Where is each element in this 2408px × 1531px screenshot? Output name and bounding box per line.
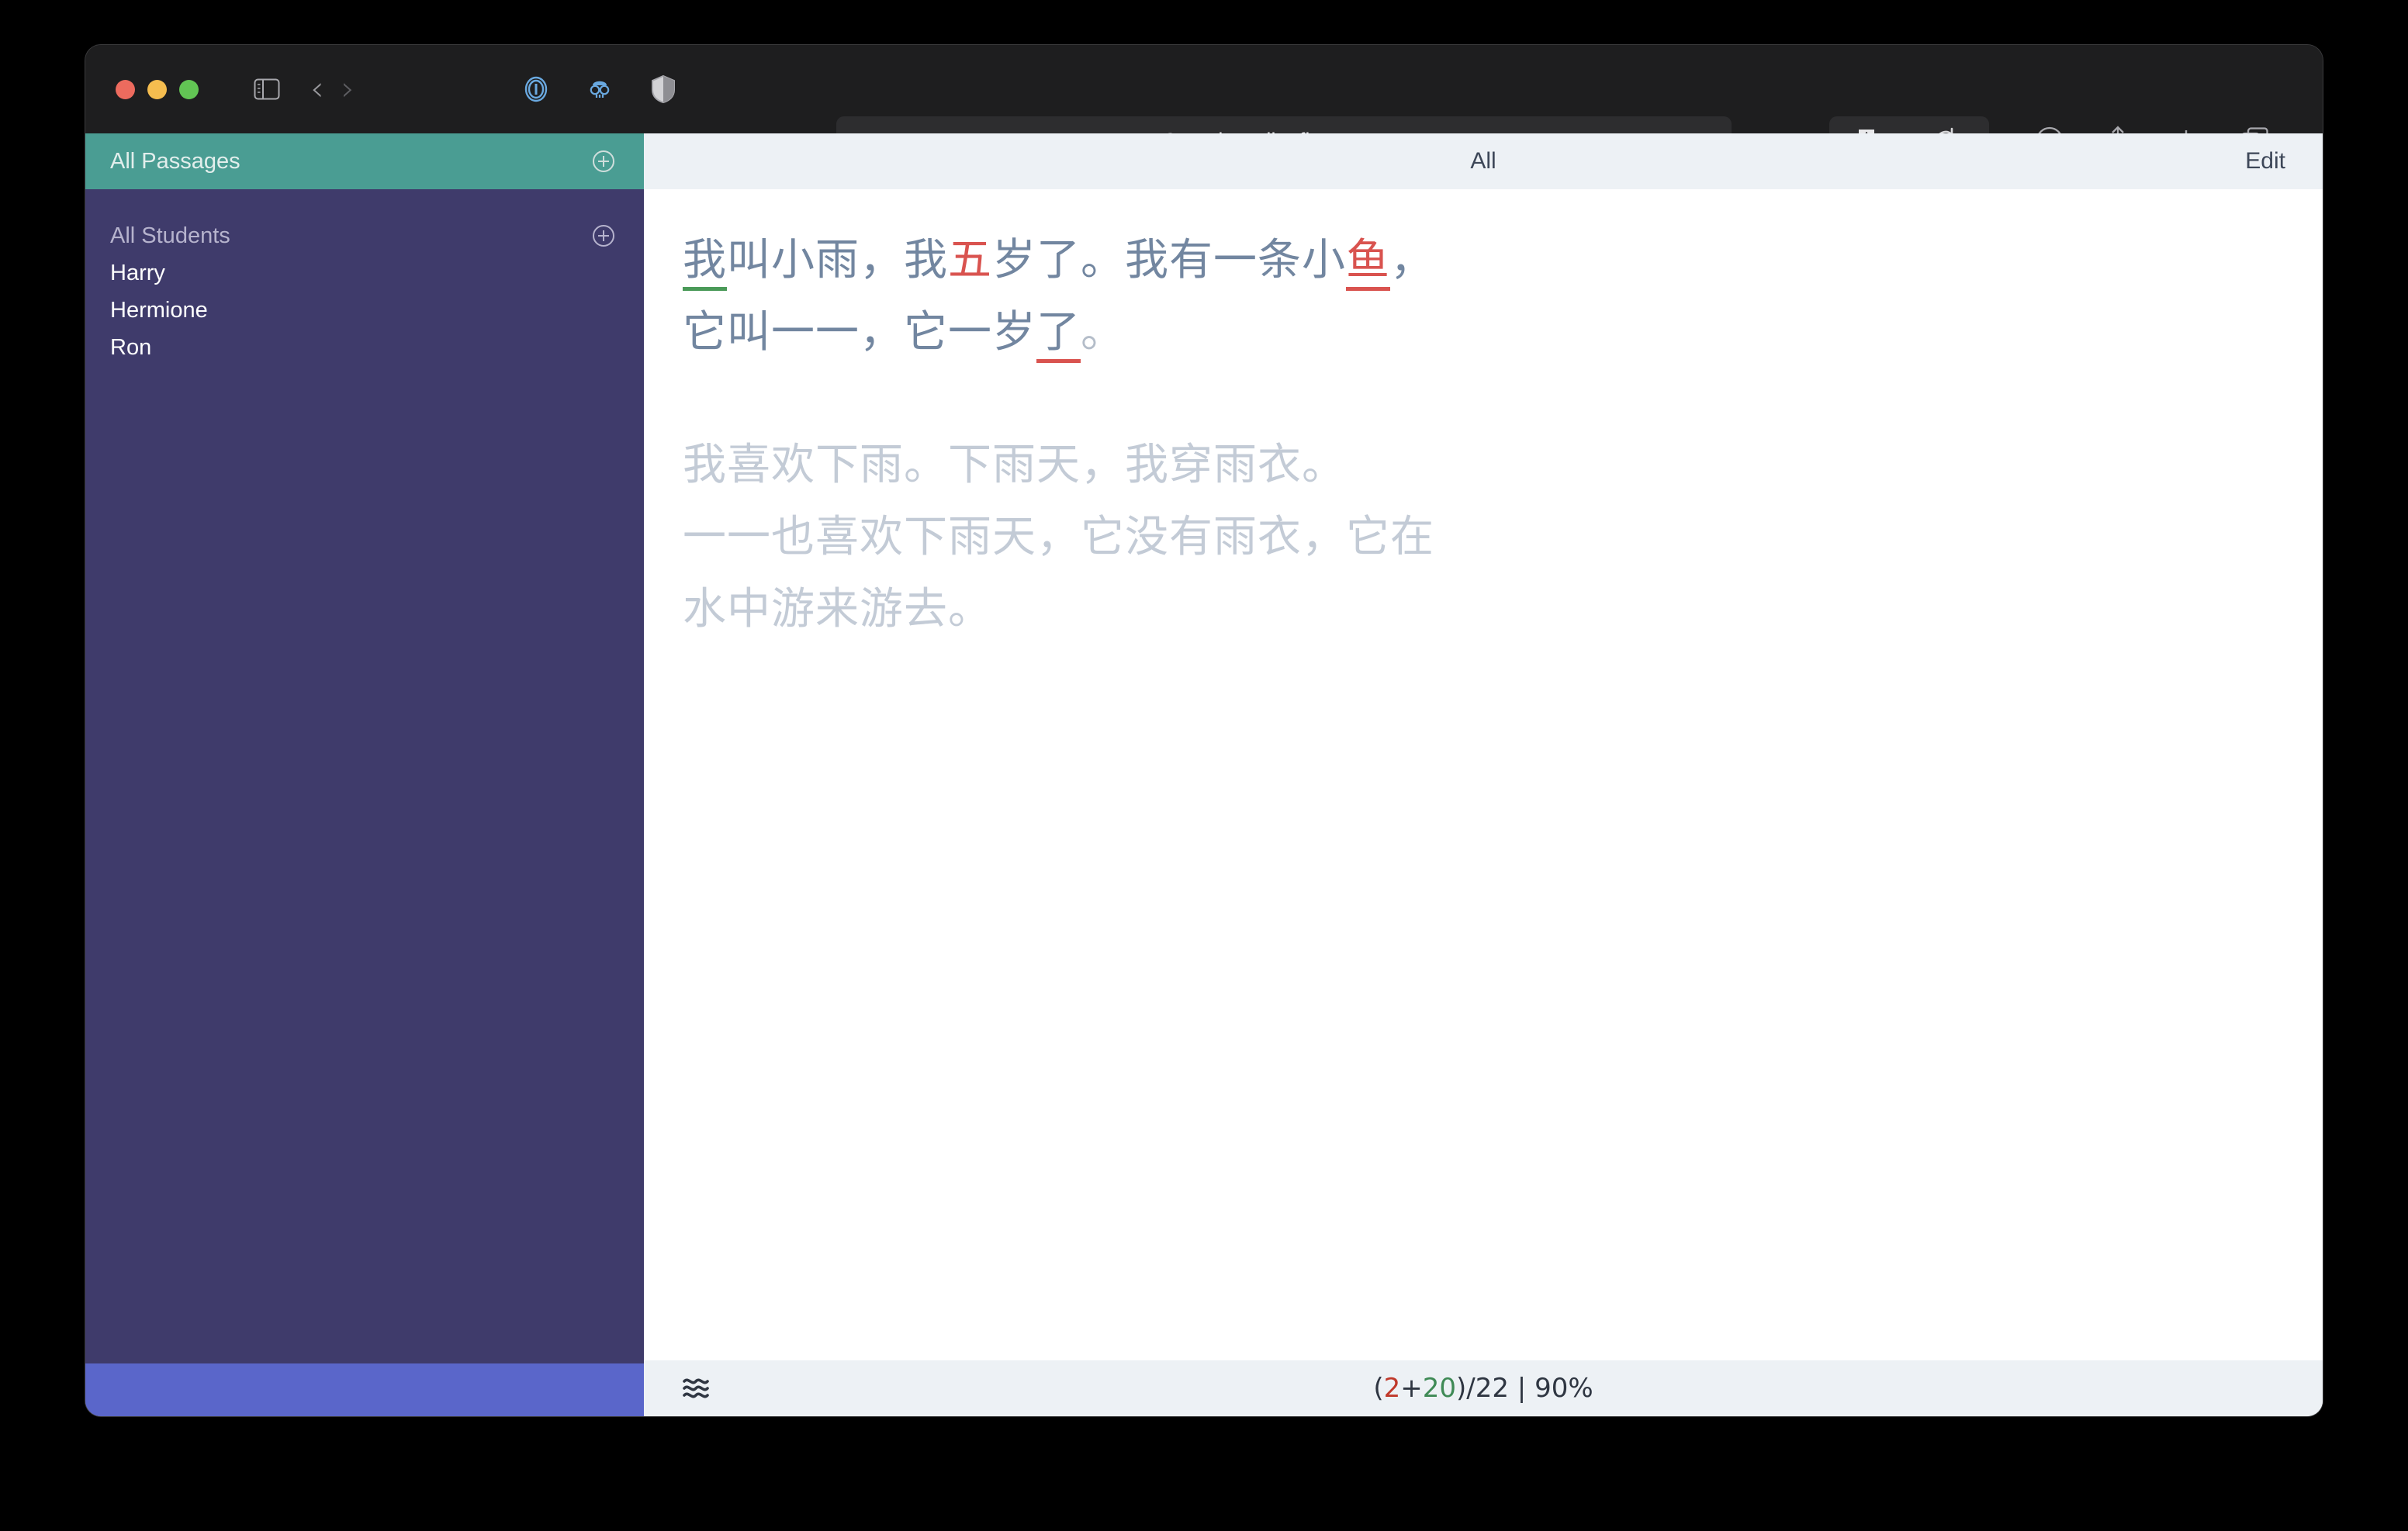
one-password-icon[interactable] (516, 69, 556, 109)
passage-token[interactable]: 一一也喜欢下雨天，它没有雨衣，它在 (683, 512, 1434, 562)
back-arrow-icon[interactable]: ‹ (310, 72, 324, 106)
edit-button[interactable]: Edit (2245, 148, 2285, 175)
navigation-arrows: ‹ › (310, 72, 355, 106)
passage-line: 水中游来游去。 (683, 574, 1707, 646)
sidebar-header-all-passages[interactable]: All Passages (85, 133, 644, 189)
passage-token[interactable]: 它叫一一，它一岁 (683, 307, 1036, 358)
browser-window: ‹ › (85, 45, 2323, 1416)
sidebar-toggle-icon[interactable] (247, 69, 287, 109)
sidebar-item-student[interactable]: Harry (85, 254, 644, 292)
minimize-button[interactable] (147, 80, 167, 99)
score-errors: 2 (1384, 1373, 1401, 1404)
window-controls (116, 80, 199, 99)
app-sidebar: All Passages All Students (85, 133, 644, 1416)
passage-line: 它叫一一，它一岁了。 (683, 297, 1707, 369)
student-name: Hermione (110, 298, 208, 323)
all-students-label: All Students (110, 223, 230, 249)
student-name: Harry (110, 261, 165, 286)
score-total: 22 (1476, 1373, 1509, 1404)
passage-token[interactable]: 。 (1081, 307, 1125, 358)
add-student-icon[interactable] (591, 223, 616, 248)
score-open-paren: ( (1373, 1373, 1383, 1404)
passage-active[interactable]: 我叫小雨，我五岁了。我有一条小鱼， 它叫一一，它一岁了。 (683, 225, 1707, 369)
passage-token-error[interactable]: 鱼 (1346, 235, 1390, 291)
page-body: All Passages All Students (85, 133, 2323, 1416)
passage-area: 我叫小雨，我五岁了。我有一条小鱼， 它叫一一，它一岁了。 我喜欢下雨。下雨天，我… (644, 189, 2323, 1360)
passage-token[interactable]: 我喜欢下雨。下雨天，我穿雨衣。 (683, 440, 1346, 490)
passage-line: 我叫小雨，我五岁了。我有一条小鱼， (683, 225, 1707, 297)
student-name: Ron (110, 335, 151, 361)
score-close-paren: )/ (1456, 1373, 1476, 1404)
score-readout: (2+20)/22 | 90% (644, 1373, 2323, 1404)
sidebar-footer-bar[interactable] (85, 1363, 644, 1416)
passage-token-correct[interactable]: 我 (683, 235, 727, 291)
page-title: All (644, 148, 2323, 175)
sidebar-item-student[interactable]: Ron (85, 329, 644, 366)
sidebar-item-student[interactable]: Hermione (85, 292, 644, 329)
passage-line: 一一也喜欢下雨天，它没有雨衣，它在 (683, 502, 1707, 574)
add-passage-icon[interactable] (591, 149, 616, 174)
students-section: All Students Harry Hermione (85, 189, 644, 366)
sidebar-item-all-students[interactable]: All Students (85, 217, 644, 254)
shield-icon[interactable] (643, 69, 683, 109)
forward-arrow-icon[interactable]: › (341, 72, 355, 106)
maximize-button[interactable] (179, 80, 199, 99)
score-separator: | (1509, 1373, 1534, 1404)
score-plus: + (1400, 1373, 1423, 1404)
close-button[interactable] (116, 80, 135, 99)
browser-toolbar: ‹ › (85, 45, 2323, 133)
passage-token[interactable]: ， (1390, 235, 1434, 285)
status-bar: (2+20)/22 | 90% (644, 1360, 2323, 1416)
privacy-mask-icon[interactable] (580, 69, 620, 109)
passage-token[interactable]: 岁了。我有一条小 (992, 235, 1346, 285)
score-correct: 20 (1423, 1373, 1456, 1404)
score-percent: 90% (1534, 1373, 1593, 1404)
passage-token[interactable]: 水中游来游去。 (683, 584, 992, 634)
main-header: All Edit (644, 133, 2323, 189)
main-content: All Edit 我叫小雨，我五岁了。我有一条小鱼， 它叫一一，它一岁了。 我 (644, 133, 2323, 1416)
sidebar-header-title: All Passages (110, 149, 240, 175)
passage-token-error[interactable]: 五 (948, 235, 992, 285)
passage-token[interactable]: 叫小雨，我 (727, 235, 948, 285)
passage-upcoming[interactable]: 我喜欢下雨。下雨天，我穿雨衣。 一一也喜欢下雨天，它没有雨衣，它在 水中游来游去… (683, 430, 1707, 646)
passage-line: 我喜欢下雨。下雨天，我穿雨衣。 (683, 430, 1707, 502)
passage-token-error[interactable]: 了 (1036, 307, 1081, 363)
extension-icons (516, 69, 683, 109)
